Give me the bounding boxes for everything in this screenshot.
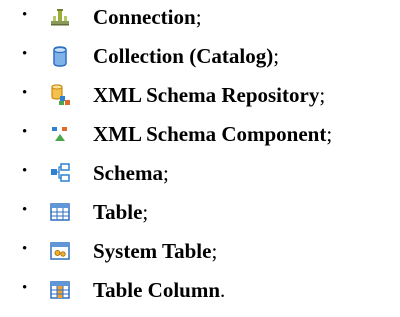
system-table-icon bbox=[49, 240, 71, 262]
item-punctuation: ; bbox=[142, 200, 149, 224]
item-punctuation: ; bbox=[195, 5, 202, 29]
connection-icon bbox=[49, 6, 71, 28]
collection-icon bbox=[49, 45, 71, 67]
bullet: • bbox=[22, 85, 28, 101]
item-label: Schema bbox=[93, 161, 163, 185]
list-item-table-column: • Table Column. bbox=[0, 273, 400, 312]
object-type-list: • Connection; • Collection (Catalog); • … bbox=[0, 0, 400, 312]
list-item-xml-schema-repository: • XML Schema Repository; bbox=[0, 78, 400, 117]
item-punctuation: . bbox=[220, 278, 226, 302]
schema-icon bbox=[49, 162, 71, 184]
item-label: XML Schema Repository bbox=[93, 83, 320, 107]
bullet: • bbox=[22, 241, 28, 257]
bullet: • bbox=[22, 163, 28, 179]
item-punctuation: ; bbox=[163, 161, 169, 185]
table-column-icon bbox=[49, 279, 71, 301]
list-item-system-table: • System Table; bbox=[0, 234, 400, 273]
list-item-schema: • Schema; bbox=[0, 156, 400, 195]
list-item-connection: • Connection; bbox=[0, 0, 400, 39]
item-label: Table bbox=[93, 200, 143, 224]
item-label: XML Schema Component bbox=[93, 122, 327, 146]
bullet: • bbox=[22, 7, 28, 23]
item-label: Collection (Catalog) bbox=[93, 44, 274, 68]
item-punctuation: ; bbox=[273, 44, 280, 68]
item-punctuation: ; bbox=[211, 239, 218, 263]
list-item-collection: • Collection (Catalog); bbox=[0, 39, 400, 78]
bullet: • bbox=[22, 46, 28, 62]
bullet: • bbox=[22, 202, 28, 218]
bullet: • bbox=[22, 280, 28, 296]
item-label: Connection bbox=[93, 5, 196, 29]
item-label: Table Column bbox=[93, 278, 221, 302]
item-label: System Table bbox=[93, 239, 212, 263]
list-item-xml-schema-component: • XML Schema Component; bbox=[0, 117, 400, 156]
xml-schema-repository-icon bbox=[49, 84, 71, 106]
item-punctuation: ; bbox=[326, 122, 333, 146]
bullet: • bbox=[22, 124, 28, 140]
item-punctuation: ; bbox=[319, 83, 326, 107]
table-icon bbox=[49, 201, 71, 223]
xml-schema-component-icon bbox=[49, 123, 71, 145]
list-item-table: • Table; bbox=[0, 195, 400, 234]
